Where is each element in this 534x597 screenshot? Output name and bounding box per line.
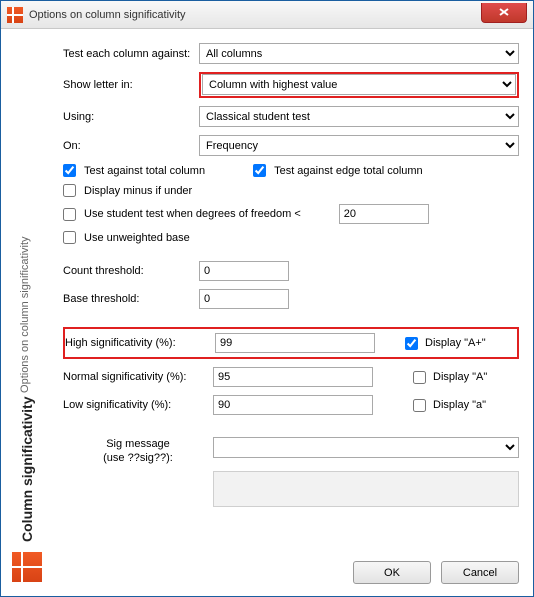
check-display-a-upper[interactable] bbox=[413, 371, 426, 384]
cancel-button[interactable]: Cancel bbox=[441, 561, 519, 584]
label-test-against: Test each column against: bbox=[63, 48, 199, 60]
test-against-select[interactable]: All columns bbox=[199, 43, 519, 64]
highlight-high-sig: High significativity (%): Display "A+" bbox=[63, 327, 519, 359]
input-low-sig[interactable] bbox=[213, 395, 373, 415]
label-base-threshold: Base threshold: bbox=[63, 293, 199, 305]
label-sig-msg: Sig message (use ??sig??): bbox=[63, 437, 213, 465]
sidebar-title: Column significativity bbox=[19, 397, 35, 542]
check-unweighted[interactable] bbox=[63, 231, 76, 244]
label-low-sig: Low significativity (%): bbox=[63, 399, 213, 411]
app-icon bbox=[7, 7, 23, 23]
ok-button[interactable]: OK bbox=[353, 561, 431, 584]
titlebar: Options on column significativity bbox=[1, 1, 533, 29]
label-display-minus: Display minus if under bbox=[84, 185, 192, 197]
label-high-sig: High significativity (%): bbox=[65, 337, 215, 349]
check-display-a-lower[interactable] bbox=[413, 399, 426, 412]
check-test-total[interactable] bbox=[63, 164, 76, 177]
input-student-dof[interactable] bbox=[339, 204, 429, 224]
label-test-total: Test against total column bbox=[84, 165, 205, 177]
label-display-a-upper: Display "A" bbox=[433, 371, 487, 383]
label-count-threshold: Count threshold: bbox=[63, 265, 199, 277]
label-unweighted: Use unweighted base bbox=[84, 232, 190, 244]
form-area: Test each column against: All columns Sh… bbox=[53, 29, 533, 596]
sig-msg-select[interactable] bbox=[213, 437, 519, 458]
input-normal-sig[interactable] bbox=[213, 367, 373, 387]
sidebar-title-block: Column significativity Options on column… bbox=[19, 236, 35, 542]
label-display-a-plus: Display "A+" bbox=[425, 337, 486, 349]
input-count-threshold[interactable] bbox=[199, 261, 289, 281]
check-test-edge-total[interactable] bbox=[253, 164, 266, 177]
check-display-minus[interactable] bbox=[63, 184, 76, 197]
on-select[interactable]: Frequency bbox=[199, 135, 519, 156]
label-on: On: bbox=[63, 140, 199, 152]
input-base-threshold[interactable] bbox=[199, 289, 289, 309]
label-using: Using: bbox=[63, 111, 199, 123]
check-student-dof[interactable] bbox=[63, 208, 76, 221]
label-show-letter: Show letter in: bbox=[63, 79, 199, 91]
using-select[interactable]: Classical student test bbox=[199, 106, 519, 127]
sig-msg-preview bbox=[213, 471, 519, 507]
close-icon bbox=[499, 8, 509, 16]
sidebar-logo-icon bbox=[12, 552, 42, 582]
input-high-sig[interactable] bbox=[215, 333, 375, 353]
window-title: Options on column significativity bbox=[29, 9, 481, 21]
label-normal-sig: Normal significativity (%): bbox=[63, 371, 213, 383]
check-display-a-plus[interactable] bbox=[405, 337, 418, 350]
highlight-show-letter: Column with highest value bbox=[199, 72, 519, 98]
sidebar-subtitle: Options on column significativity bbox=[19, 236, 31, 393]
label-display-a-lower: Display "a" bbox=[433, 399, 486, 411]
label-test-edge-total: Test against edge total column bbox=[274, 165, 423, 177]
label-student-dof: Use student test when degrees of freedom… bbox=[84, 208, 301, 220]
sidebar: Column significativity Options on column… bbox=[1, 29, 53, 596]
close-button[interactable] bbox=[481, 3, 527, 23]
show-letter-select[interactable]: Column with highest value bbox=[202, 74, 516, 95]
